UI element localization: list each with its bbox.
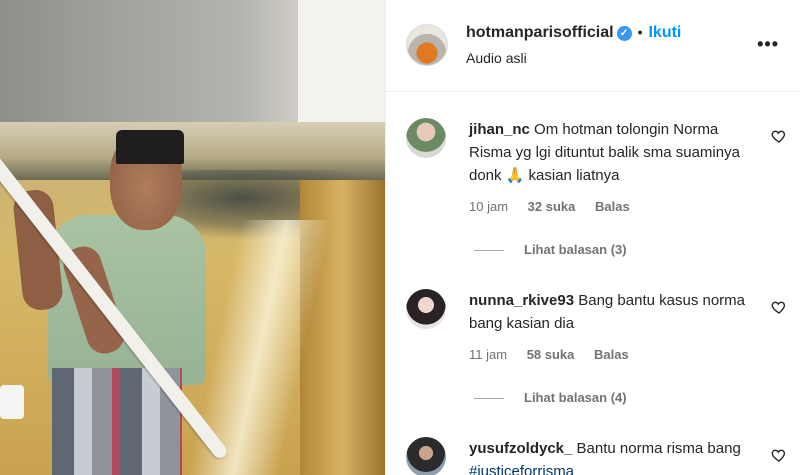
comment-username[interactable]: yusufzoldyck_ [469,440,572,457]
owner-name-row: hotmanparisofficial ✓ • Ikuti [466,24,681,42]
owner-username[interactable]: hotmanparisofficial [466,24,614,41]
comment-likes[interactable]: 32 suka [528,199,576,214]
heart-outline-icon[interactable] [771,299,787,315]
comment-body: jihan_nc Om hotman tolongin Norma Risma … [469,118,759,187]
comment-meta: 11 jam 58 suka Balas [469,347,645,362]
comments-panel: hotmanparisofficial ✓ • Ikuti Audio asli ••… [385,0,800,475]
commenter-avatar[interactable] [406,437,446,475]
comment-body: yusufzoldyck_ Bantu norma risma bang #ju… [469,437,759,475]
comment-body: nunna_rkive93 Bang bantu kasus norma ban… [469,289,759,335]
commenter-avatar[interactable] [406,118,446,158]
media-sky [298,0,385,140]
post-header: hotmanparisofficial ✓ • Ikuti Audio asli ••… [386,0,800,92]
replies-divider [474,250,504,252]
view-replies-label: Lihat balasan (4) [524,390,627,405]
comment-likes[interactable]: 58 suka [527,347,575,362]
comment-meta: 10 jam 32 suka Balas [469,199,646,214]
audio-link[interactable]: Audio asli [466,50,527,66]
owner-avatar[interactable] [406,24,448,66]
verified-badge-icon: ✓ [616,26,632,41]
follow-button[interactable]: Ikuti [648,24,681,41]
comment-time: 10 jam [469,199,509,214]
heart-outline-icon[interactable] [771,128,787,144]
view-replies-label: Lihat balasan (3) [524,242,627,257]
separator-dot: • [637,24,643,40]
reply-button[interactable]: Balas [594,347,629,362]
view-replies-button[interactable]: Lihat balasan (4) [474,390,627,405]
heart-outline-icon[interactable] [771,447,787,463]
media-wall [0,0,300,128]
more-options-icon[interactable]: ••• [757,34,779,55]
commenter-avatar[interactable] [406,289,446,329]
media-person-body [48,215,206,385]
post-media[interactable] [0,0,385,475]
comment-username[interactable]: nunna_rkive93 [469,292,574,309]
comment-username[interactable]: jihan_nc [469,121,530,138]
reply-button[interactable]: Balas [595,199,630,214]
view-replies-button[interactable]: Lihat balasan (3) [474,242,627,257]
replies-divider [474,398,504,400]
comment-hashtag-link[interactable]: #justiceforrisma [469,463,574,475]
media-person-hat [116,130,184,164]
media-object [0,385,24,419]
comment-text: Bantu norma risma bang [576,440,741,457]
comment-time: 11 jam [469,347,508,362]
